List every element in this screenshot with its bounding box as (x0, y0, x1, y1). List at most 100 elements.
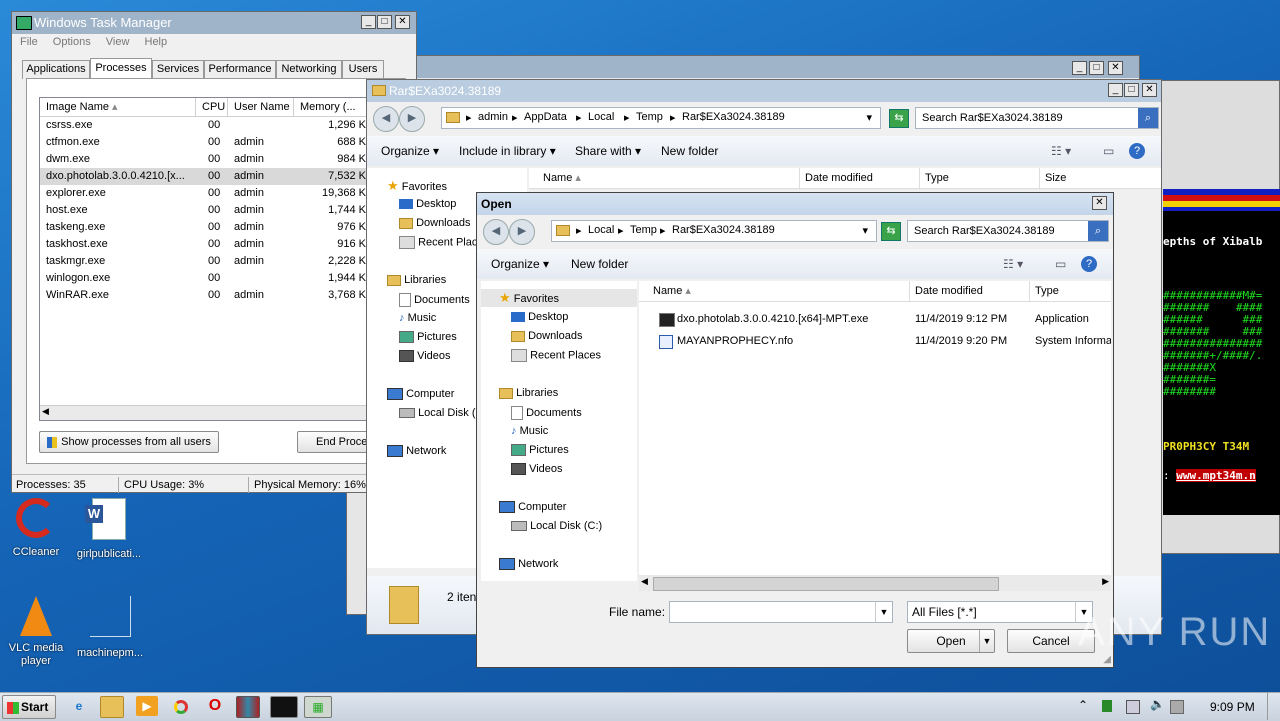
chevron-down-icon[interactable]: ▼ (875, 602, 892, 622)
opera-icon[interactable]: O (204, 696, 226, 716)
scroll-right-icon[interactable]: ▶ (1102, 576, 1109, 587)
column-header-size[interactable]: Size (1045, 168, 1066, 188)
table-row[interactable]: taskeng.exe 00 admin 976 K (40, 219, 368, 236)
table-row[interactable]: explorer.exe 00 admin 19,368 K (40, 185, 368, 202)
nav-libraries[interactable]: Libraries (387, 274, 446, 286)
desktop-icon-girlpublication[interactable]: W girlpublicati... (76, 498, 142, 564)
file-row[interactable]: dxo.photolab.3.0.0.4210.[x64]-MPT.exe 11… (639, 311, 1111, 328)
nav-libraries[interactable]: Libraries (499, 387, 558, 399)
column-header-image-name[interactable]: Image Name ▴ (40, 98, 196, 116)
nav-music[interactable]: ♪ Music (399, 312, 436, 324)
volume-icon[interactable]: 🔈 (1150, 697, 1165, 711)
console-taskbar-icon[interactable] (270, 696, 298, 718)
nav-pictures[interactable]: Pictures (399, 331, 457, 344)
preview-pane-icon[interactable]: ▭ (1055, 249, 1066, 279)
file-name-input[interactable]: ▼ (669, 601, 893, 623)
view-options-icon[interactable]: ☷ ▾ (1003, 249, 1023, 279)
help-icon[interactable]: ? (1129, 143, 1145, 159)
tab-networking[interactable]: Networking (276, 60, 342, 79)
nav-recent-places[interactable]: Recent Places (511, 349, 601, 362)
nav-local-disk[interactable]: Local Disk (C (399, 407, 483, 419)
nav-network[interactable]: Network (387, 445, 446, 458)
column-header-name[interactable]: Name ▴ (543, 168, 581, 188)
scroll-left-icon[interactable]: ◀ (641, 576, 648, 587)
table-row[interactable]: WinRAR.exe 00 admin 3,768 K (40, 287, 368, 304)
column-header-date-modified[interactable]: Date modified (805, 168, 873, 188)
horizontal-scrollbar[interactable]: ◀ (40, 405, 368, 420)
column-header-cpu[interactable]: CPU (196, 98, 228, 116)
help-icon[interactable]: ? (1081, 256, 1097, 272)
nav-downloads[interactable]: Downloads (399, 217, 470, 229)
nav-pictures[interactable]: Pictures (511, 444, 569, 457)
nav-documents[interactable]: Documents (511, 406, 582, 420)
refresh-icon[interactable]: ⇆ (889, 109, 909, 128)
preview-pane-icon[interactable]: ▭ (1103, 136, 1114, 166)
nav-back-button[interactable]: ◀ (483, 219, 509, 245)
close-button[interactable]: ✕ (1092, 196, 1107, 210)
desktop-icon-ccleaner[interactable]: CCleaner (8, 498, 64, 564)
minimize-button[interactable]: _ (1072, 61, 1087, 75)
breadcrumb[interactable]: ▸ admin ▸ AppData ▸ Local ▸ Temp ▸ Rar$E… (441, 107, 881, 129)
chevron-down-icon[interactable]: ▾ (862, 224, 868, 237)
close-button[interactable]: ✕ (395, 15, 410, 29)
table-row[interactable]: dwm.exe 00 admin 984 K (40, 151, 368, 168)
new-folder-button[interactable]: New folder (571, 249, 628, 279)
action-center-icon[interactable] (1170, 700, 1184, 714)
table-row[interactable]: taskhost.exe 00 admin 916 K (40, 236, 368, 253)
nav-downloads[interactable]: Downloads (511, 330, 582, 342)
show-hidden-icons-icon[interactable]: ⌃ (1078, 698, 1088, 712)
nav-music[interactable]: ♪ Music (511, 425, 548, 437)
minimize-button[interactable]: _ (361, 15, 376, 29)
menu-options[interactable]: Options (53, 36, 91, 48)
tab-services[interactable]: Services (152, 60, 204, 79)
desktop-icon-machinepm[interactable]: machinepm... (72, 596, 148, 662)
search-input[interactable]: Search Rar$EXa3024.38189 ⌕ (907, 220, 1109, 242)
scrollbar-thumb[interactable] (653, 577, 999, 591)
table-row[interactable]: host.exe 00 admin 1,744 K (40, 202, 368, 219)
table-row[interactable]: ctfmon.exe 00 admin 688 K (40, 134, 368, 151)
flag-icon[interactable] (1102, 700, 1112, 712)
search-icon[interactable]: ⌕ (1138, 108, 1158, 128)
chrome-icon[interactable] (170, 696, 192, 716)
search-input[interactable]: Search Rar$EXa3024.38189 ⌕ (915, 107, 1159, 129)
nav-desktop[interactable]: Desktop (399, 198, 456, 210)
open-button[interactable]: Open ▼ (907, 629, 995, 653)
nav-back-button[interactable]: ◀ (373, 106, 399, 132)
nav-documents[interactable]: Documents (399, 293, 470, 307)
horizontal-scrollbar[interactable]: ◀ ▶ (639, 575, 1111, 591)
nav-videos[interactable]: Videos (511, 463, 563, 476)
table-row[interactable]: csrss.exe 00 1,296 K (40, 117, 368, 134)
breadcrumb[interactable]: ▸ Local ▸ Temp ▸ Rar$EXa3024.38189 ▾ (551, 220, 877, 242)
nav-local-disk[interactable]: Local Disk (C:) (511, 520, 602, 532)
nav-forward-button[interactable]: ▶ (509, 219, 535, 245)
organize-menu[interactable]: Organize ▾ (381, 136, 439, 166)
maximize-button[interactable]: □ (377, 15, 392, 29)
menu-view[interactable]: View (106, 36, 130, 48)
show-desktop-button[interactable] (1267, 692, 1280, 720)
organize-menu[interactable]: Organize ▾ (491, 249, 549, 279)
menu-file[interactable]: File (20, 36, 38, 48)
file-explorer-icon[interactable] (100, 696, 124, 718)
column-header-memory[interactable]: Memory (... (294, 98, 368, 116)
nav-network[interactable]: Network (499, 558, 558, 571)
table-row[interactable]: winlogon.exe 00 1,944 K (40, 270, 368, 287)
maximize-button[interactable]: □ (1124, 83, 1139, 97)
include-in-library-menu[interactable]: Include in library ▾ (459, 136, 556, 166)
minimize-button[interactable]: _ (1108, 83, 1123, 97)
new-folder-button[interactable]: New folder (661, 136, 718, 166)
table-row[interactable]: taskmgr.exe 00 admin 2,228 K (40, 253, 368, 270)
tab-processes[interactable]: Processes (90, 58, 152, 80)
nav-computer[interactable]: Computer (499, 501, 566, 514)
nav-favorites[interactable]: ★ Favorites (481, 289, 637, 307)
show-all-processes-button[interactable]: Show processes from all users (39, 431, 219, 453)
menu-help[interactable]: Help (145, 36, 168, 48)
start-button[interactable]: Start (2, 695, 56, 719)
view-options-icon[interactable]: ☷ ▾ (1051, 136, 1071, 166)
search-icon[interactable]: ⌕ (1088, 221, 1108, 241)
nav-favorites[interactable]: ★ Favorites (387, 178, 447, 194)
clock[interactable]: 9:09 PM (1210, 700, 1255, 714)
column-header-user-name[interactable]: User Name (228, 98, 294, 116)
nav-computer[interactable]: Computer (387, 388, 454, 401)
network-tray-icon[interactable] (1126, 700, 1140, 714)
close-button[interactable]: ✕ (1142, 83, 1157, 97)
